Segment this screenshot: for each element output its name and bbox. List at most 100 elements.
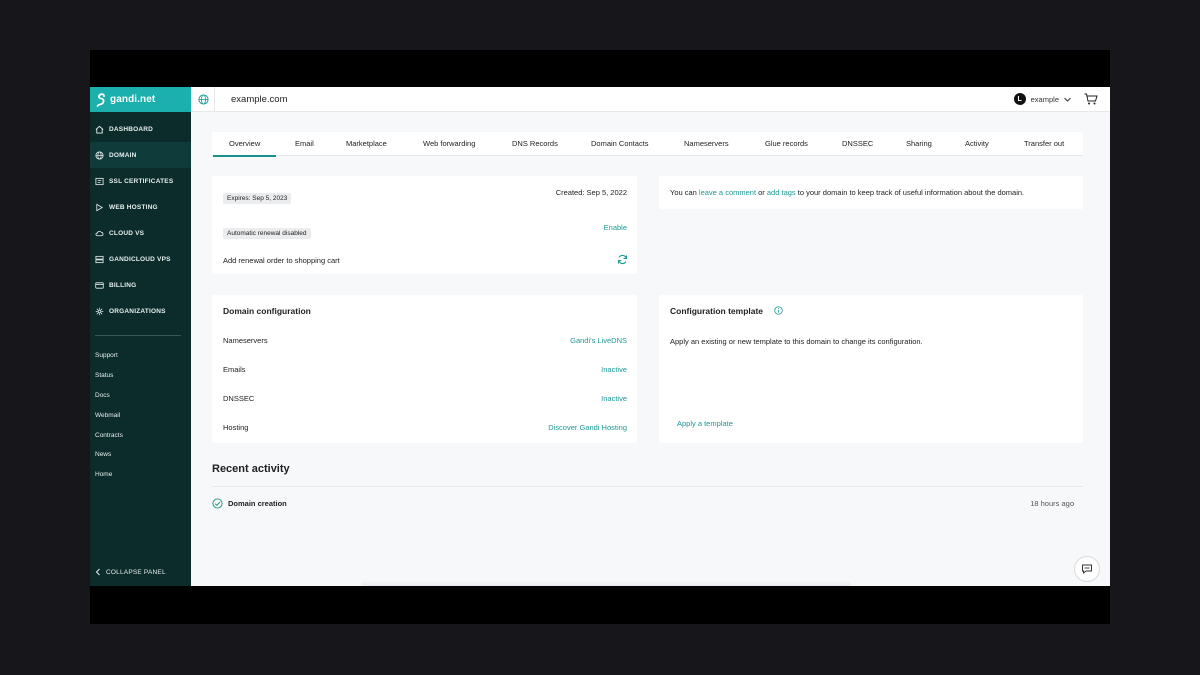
gandi-logo[interactable]: gandi.net xyxy=(90,87,191,112)
sidebar-item-domain[interactable]: DOMAIN xyxy=(90,142,191,168)
sidebar-item-label: WEB HOSTING xyxy=(109,203,158,211)
sidebar-item-dashboard[interactable]: DASHBOARD xyxy=(90,116,191,142)
collapse-panel-button[interactable]: COLLAPSE PANEL xyxy=(94,568,166,576)
sidebar-item-label: DASHBOARD xyxy=(109,125,154,133)
configuration-template-card: Configuration template Apply an existing… xyxy=(659,295,1083,443)
renewal-card: Expires: Sep 5, 2023 Created: Sep 5, 202… xyxy=(212,176,637,274)
tab-email[interactable]: Email xyxy=(295,132,314,156)
home-icon xyxy=(95,125,104,134)
certificate-icon xyxy=(95,177,104,185)
tab-domain-contacts[interactable]: Domain Contacts xyxy=(591,132,649,156)
comment-tags-card: You can leave a comment or add tags to y… xyxy=(659,176,1083,209)
sidebar-item-organizations[interactable]: ORGANIZATIONS xyxy=(90,298,191,324)
main-content: example.com L example Overview Email Mar… xyxy=(191,86,1110,586)
chat-support-button[interactable] xyxy=(1074,556,1100,582)
config-row-label: DNSSEC xyxy=(223,394,255,403)
domain-tabs: Overview Email Marketplace Web forwardin… xyxy=(212,132,1083,157)
sidebar-item-web-hosting[interactable]: WEB HOSTING xyxy=(90,194,191,220)
collapse-panel-label: COLLAPSE PANEL xyxy=(106,568,166,576)
apply-template-link[interactable]: Apply a template xyxy=(677,419,733,428)
top-bar: example.com L example xyxy=(191,86,1110,112)
sidebar-divider xyxy=(95,335,181,336)
sidebar-item-cloud-vs[interactable]: CLOUD VS xyxy=(90,220,191,246)
configuration-template-description: Apply an existing or new template to thi… xyxy=(670,337,923,346)
domain-globe-button[interactable] xyxy=(193,86,215,112)
sidebar-item-label: BILLING xyxy=(109,281,137,289)
enable-renewal-link[interactable]: Enable xyxy=(604,223,627,232)
recent-activity-title: Recent activity xyxy=(212,463,290,475)
tab-sharing[interactable]: Sharing xyxy=(906,132,932,156)
app-window: gandi.net DASHBOARD DOMAIN SSL CERTIFICA… xyxy=(90,86,1110,586)
sidebar-item-label: SSL CERTIFICATES xyxy=(109,177,174,185)
vps-icon xyxy=(95,255,104,263)
sidebar-item-label: ORGANIZATIONS xyxy=(109,307,166,315)
configuration-template-title: Configuration template xyxy=(670,306,764,316)
sidebar-link-contracts[interactable]: Contracts xyxy=(90,425,191,445)
created-date: Created: Sep 5, 2022 xyxy=(555,188,627,197)
globe-icon xyxy=(198,93,209,105)
sidebar-item-label: DOMAIN xyxy=(109,151,137,159)
organizations-icon xyxy=(95,307,104,315)
nameservers-value-link[interactable]: Gandi's LiveDNS xyxy=(570,336,627,345)
sidebar-item-label: CLOUD VS xyxy=(109,229,145,237)
account-area: L example xyxy=(1013,93,1098,105)
list-item[interactable]: Domain creation 18 hours ago xyxy=(212,496,1074,510)
tab-activity[interactable]: Activity xyxy=(965,132,989,156)
auto-renew-status-badge: Automatic renewal disabled xyxy=(223,228,311,239)
sidebar-link-home[interactable]: Home xyxy=(90,465,191,485)
recent-activity-divider xyxy=(212,486,1083,487)
domain-configuration-title: Domain configuration xyxy=(223,306,311,316)
tab-nameservers[interactable]: Nameservers xyxy=(684,132,729,156)
tab-glue-records[interactable]: Glue records xyxy=(765,132,808,156)
card-icon xyxy=(95,281,104,289)
bottom-shadow xyxy=(361,580,851,586)
sidebar-link-webmail[interactable]: Webmail xyxy=(90,405,191,425)
config-row-label: Nameservers xyxy=(223,336,268,345)
leave-comment-link[interactable]: leave a comment xyxy=(699,188,756,197)
config-row-label: Emails xyxy=(223,365,246,374)
tab-dns-records[interactable]: DNS Records xyxy=(512,132,558,156)
info-icon[interactable] xyxy=(774,306,783,315)
tab-transfer-out[interactable]: Transfer out xyxy=(1024,132,1064,156)
dnssec-value-link[interactable]: Inactive xyxy=(601,394,627,403)
comment-middle: or xyxy=(756,188,767,197)
sidebar-nav: DASHBOARD DOMAIN SSL CERTIFICATES WEB HO… xyxy=(90,116,191,324)
domain-configuration-card: Domain configuration Nameservers Gandi's… xyxy=(212,295,637,443)
cloud-icon xyxy=(95,230,104,236)
hosting-icon xyxy=(96,203,104,211)
gandi-logo-icon xyxy=(96,92,105,107)
sidebar-item-ssl-certificates[interactable]: SSL CERTIFICATES xyxy=(90,168,191,194)
tab-marketplace[interactable]: Marketplace xyxy=(346,132,387,156)
sidebar-link-status[interactable]: Status xyxy=(90,366,191,386)
sidebar-links: Support Status Docs Webmail Contracts Ne… xyxy=(90,346,191,485)
chevron-left-icon xyxy=(95,568,100,576)
emails-value-link[interactable]: Inactive xyxy=(601,365,627,374)
add-tags-link[interactable]: add tags xyxy=(767,188,796,197)
comment-tags-text: You can leave a comment or add tags to y… xyxy=(670,188,1024,197)
comment-suffix: to your domain to keep track of useful i… xyxy=(795,188,1025,197)
logo-text: gandi.net xyxy=(110,94,156,105)
refresh-icon[interactable] xyxy=(617,254,628,265)
sidebar-item-gandicloud-vps[interactable]: GANDICLOUD VPS xyxy=(90,246,191,272)
cart-icon[interactable] xyxy=(1084,93,1098,105)
sidebar-item-label: GANDICLOUD VPS xyxy=(109,255,171,263)
sidebar-link-support[interactable]: Support xyxy=(90,346,191,366)
activity-time: 18 hours ago xyxy=(1030,498,1074,508)
sidebar-item-billing[interactable]: BILLING xyxy=(90,272,191,298)
chat-icon xyxy=(1082,564,1092,575)
account-name[interactable]: example xyxy=(1031,95,1059,104)
tab-web-forwarding[interactable]: Web forwarding xyxy=(423,132,475,156)
tab-overview[interactable]: Overview xyxy=(212,132,277,157)
current-domain: example.com xyxy=(231,93,288,105)
hosting-value-link[interactable]: Discover Gandi Hosting xyxy=(548,423,627,432)
renewal-cart-label: Add renewal order to shopping cart xyxy=(223,256,340,265)
globe-icon xyxy=(95,150,104,160)
tab-dnssec[interactable]: DNSSEC xyxy=(842,132,873,156)
activity-name: Domain creation xyxy=(228,498,287,508)
chevron-down-icon[interactable] xyxy=(1063,95,1072,104)
sidebar-link-news[interactable]: News xyxy=(90,445,191,465)
sidebar: gandi.net DASHBOARD DOMAIN SSL CERTIFICA… xyxy=(90,87,191,586)
avatar[interactable]: L xyxy=(1013,93,1026,105)
config-row-label: Hosting xyxy=(223,423,249,432)
sidebar-link-docs[interactable]: Docs xyxy=(90,386,191,406)
